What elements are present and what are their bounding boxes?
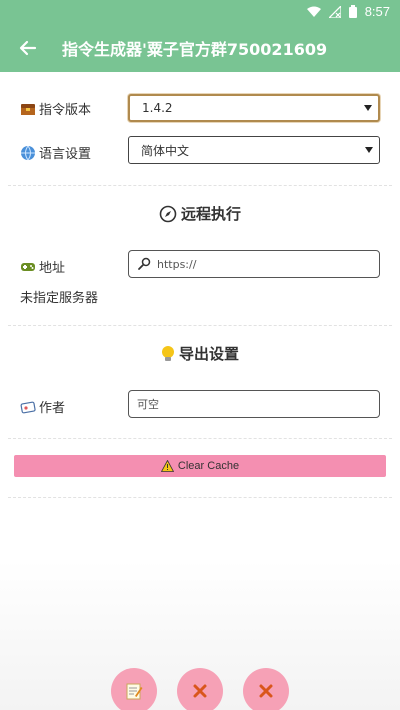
close-fab-2[interactable] (243, 668, 289, 710)
server-status: 未指定服务器 (20, 291, 99, 306)
lightbulb-icon (161, 345, 174, 361)
arrow-back-icon (19, 40, 37, 56)
signal-off-icon (328, 5, 341, 18)
dropdown-arrow-icon (365, 147, 373, 153)
remote-section-title: 远程执行 (0, 203, 400, 224)
author-label: 作者 (20, 397, 65, 416)
edit-fab[interactable] (111, 668, 157, 710)
warning-icon (160, 460, 174, 472)
close-icon (259, 684, 273, 698)
globe-icon (21, 145, 35, 160)
address-placeholder: https:// (157, 257, 197, 271)
remote-section-text: 远程执行 (180, 205, 241, 223)
address-input[interactable]: https:// (128, 250, 380, 278)
version-label: 指令版本 (20, 99, 91, 118)
id-card-icon (20, 401, 36, 413)
gamepad-icon (21, 262, 35, 271)
clear-cache-label: Clear Cache (177, 460, 240, 472)
status-time: 8:57 (364, 4, 390, 19)
address-label-text: 地址 (39, 261, 66, 276)
wifi-icon (306, 6, 321, 17)
language-select[interactable]: 简体中文 (128, 136, 380, 164)
language-label-text: 语言设置 (39, 147, 92, 162)
compass-icon (159, 205, 177, 222)
divider (8, 438, 392, 439)
divider (8, 325, 392, 326)
version-label-text: 指令版本 (39, 103, 92, 118)
language-value: 简体中文 (141, 143, 190, 158)
address-label: 地址 (20, 257, 65, 276)
author-label-text: 作者 (39, 401, 66, 416)
close-fab-1[interactable] (177, 668, 223, 710)
status-icons: 8:57 (306, 4, 390, 19)
pin-icon (138, 257, 151, 270)
page-title: 指令生成器'粟子官方群750021609 (62, 40, 328, 59)
export-section-text: 导出设置 (178, 345, 239, 363)
battery-icon (348, 5, 357, 18)
chest-icon (21, 103, 35, 115)
author-value: 可空 (137, 398, 159, 411)
divider (8, 185, 392, 186)
dropdown-arrow-icon (364, 105, 372, 111)
clear-cache-button[interactable]: Clear Cache (14, 455, 386, 477)
app-bar: 指令生成器'粟子官方群750021609 (0, 24, 400, 72)
back-button[interactable] (0, 24, 56, 72)
status-bar: 8:57 (0, 0, 400, 24)
divider (8, 497, 392, 498)
close-icon (193, 684, 207, 698)
memo-icon (126, 683, 143, 700)
language-label: 语言设置 (20, 143, 91, 162)
author-input[interactable]: 可空 (128, 390, 380, 418)
export-section-title: 导出设置 (0, 343, 400, 364)
version-select[interactable]: 1.4.2 (128, 94, 380, 122)
version-value: 1.4.2 (142, 101, 173, 115)
